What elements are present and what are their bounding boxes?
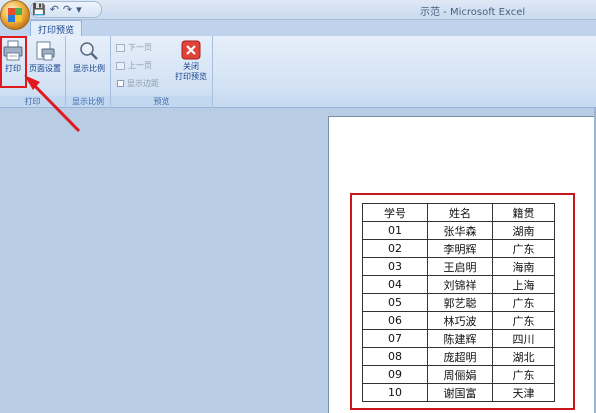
excel-print-preview-window: 💾 ↶ ↷ ▾ 示范 - Microsoft Excel 打印预览 打印 页面设… [0,0,596,413]
print-button-highlight [0,36,27,88]
next-page-label: 下一页 [128,43,152,52]
group-zoom-label: 显示比例 [66,96,110,107]
close-preview-label-line2: 打印预览 [175,72,207,81]
page-setup-icon [36,41,55,61]
ribbon-tab-row [0,20,596,36]
redo-icon[interactable]: ↷ [63,2,72,17]
close-preview-icon [181,40,201,60]
window-title: 示范 - Microsoft Excel [420,7,526,18]
save-icon[interactable]: 💾 [32,2,46,17]
office-logo-icon [8,8,22,22]
checkbox-icon [117,80,124,87]
page-setup-button[interactable]: 页面设置 [27,40,63,74]
undo-icon[interactable]: ↶ [50,2,59,17]
zoom-button[interactable]: 显示比例 [70,40,108,74]
show-margins-checkbox[interactable]: 显示边距 [117,78,159,89]
group-print-label: 打印 [0,96,65,107]
table-highlight-frame [350,193,575,410]
prev-page-label: 上一页 [128,61,152,70]
page-setup-label: 页面设置 [29,64,61,73]
ribbon: 打印 页面设置 打印 显示比例 显示比例 下一页 上一页 显示边距 关闭 打印预… [0,36,596,108]
show-margins-label: 显示边距 [127,79,159,88]
group-zoom: 显示比例 显示比例 [66,36,111,108]
zoom-icon [80,42,98,60]
prev-page-button[interactable]: 上一页 [116,60,152,71]
next-page-icon [116,43,125,52]
next-page-button[interactable]: 下一页 [116,42,152,53]
tab-print-preview[interactable]: 打印预览 [30,20,83,37]
group-preview-label: 预览 [111,96,212,107]
office-button[interactable] [0,0,30,30]
close-preview-label-line1: 关闭 [183,62,199,71]
title-bar: 💾 ↶ ↷ ▾ 示范 - Microsoft Excel [0,0,596,20]
prev-page-icon [116,61,125,70]
close-preview-button[interactable]: 关闭 打印预览 [171,40,211,82]
customize-icon[interactable]: ▾ [76,2,82,17]
zoom-label: 显示比例 [73,64,105,73]
group-preview: 下一页 上一页 显示边距 关闭 打印预览 预览 [111,36,213,108]
quick-access-buttons: 💾 ↶ ↷ ▾ [32,2,82,17]
